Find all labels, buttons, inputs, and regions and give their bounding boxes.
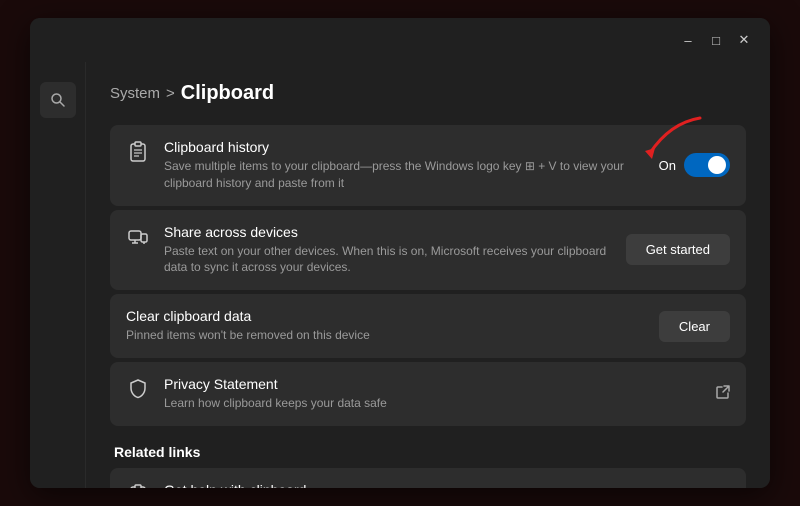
privacy-statement-desc: Learn how clipboard keeps your data safe [164,395,624,412]
share-devices-control: Get started [626,234,730,265]
share-devices-desc: Paste text on your other devices. When t… [164,243,624,277]
clipboard-history-info: Clipboard history Save multiple items to… [126,139,659,192]
get-help-info: Get help with clipboard [126,482,716,488]
content-area: System > Clipboard [30,62,770,488]
share-devices-text: Share across devices Paste text on your … [164,224,626,277]
breadcrumb-system: System [110,85,160,102]
get-help-row[interactable]: Get help with clipboard [110,468,746,488]
search-button[interactable] [40,82,76,118]
help-clipboard-icon [126,484,150,488]
clear-clipboard-desc: Pinned items won't be removed on this de… [126,327,586,344]
title-bar: – □ ✕ [30,18,770,62]
search-icon [50,92,66,108]
close-button[interactable]: ✕ [730,26,758,54]
shield-icon [126,378,150,406]
sidebar [30,62,86,488]
share-icon [126,226,150,254]
clipboard-history-desc: Save multiple items to your clipboard—pr… [164,158,624,192]
external-link-icon [716,385,730,402]
privacy-statement-row: Privacy Statement Learn how clipboard ke… [110,362,746,426]
get-help-title: Get help with clipboard [164,482,716,488]
breadcrumb-separator: > [166,85,175,102]
maximize-button[interactable]: □ [702,26,730,54]
related-links-label: Related links [110,444,746,460]
clipboard-history-text: Clipboard history Save multiple items to… [164,139,659,192]
privacy-statement-text: Privacy Statement Learn how clipboard ke… [164,376,716,412]
clear-clipboard-row: Clear clipboard data Pinned items won't … [110,294,746,358]
privacy-statement-title: Privacy Statement [164,376,716,392]
breadcrumb: System > Clipboard [110,82,746,105]
privacy-external-link [716,385,730,402]
clear-clipboard-info: Clear clipboard data Pinned items won't … [126,308,659,344]
clear-button[interactable]: Clear [659,311,730,342]
clear-clipboard-title: Clear clipboard data [126,308,659,324]
clipboard-history-title: Clipboard history [164,139,659,155]
clipboard-history-control: On [659,153,730,177]
settings-window: – □ ✕ System > Clipboard [30,18,770,488]
clipboard-history-toggle[interactable] [684,153,730,177]
clear-clipboard-control: Clear [659,311,730,342]
main-content: System > Clipboard [86,62,770,488]
get-started-button[interactable]: Get started [626,234,730,265]
breadcrumb-current: Clipboard [181,82,274,105]
related-links-section: Related links Get help with [110,444,746,488]
clipboard-history-row: Clipboard history Save multiple items to… [110,125,746,206]
clear-clipboard-text: Clear clipboard data Pinned items won't … [126,308,659,344]
share-devices-info: Share across devices Paste text on your … [126,224,626,277]
minimize-button[interactable]: – [674,26,702,54]
get-help-text: Get help with clipboard [164,482,716,488]
share-devices-row: Share across devices Paste text on your … [110,210,746,291]
clipboard-icon [126,141,150,169]
privacy-statement-info: Privacy Statement Learn how clipboard ke… [126,376,716,412]
toggle-on-label: On [659,158,676,173]
settings-section: Clipboard history Save multiple items to… [110,125,746,428]
share-devices-title: Share across devices [164,224,626,240]
